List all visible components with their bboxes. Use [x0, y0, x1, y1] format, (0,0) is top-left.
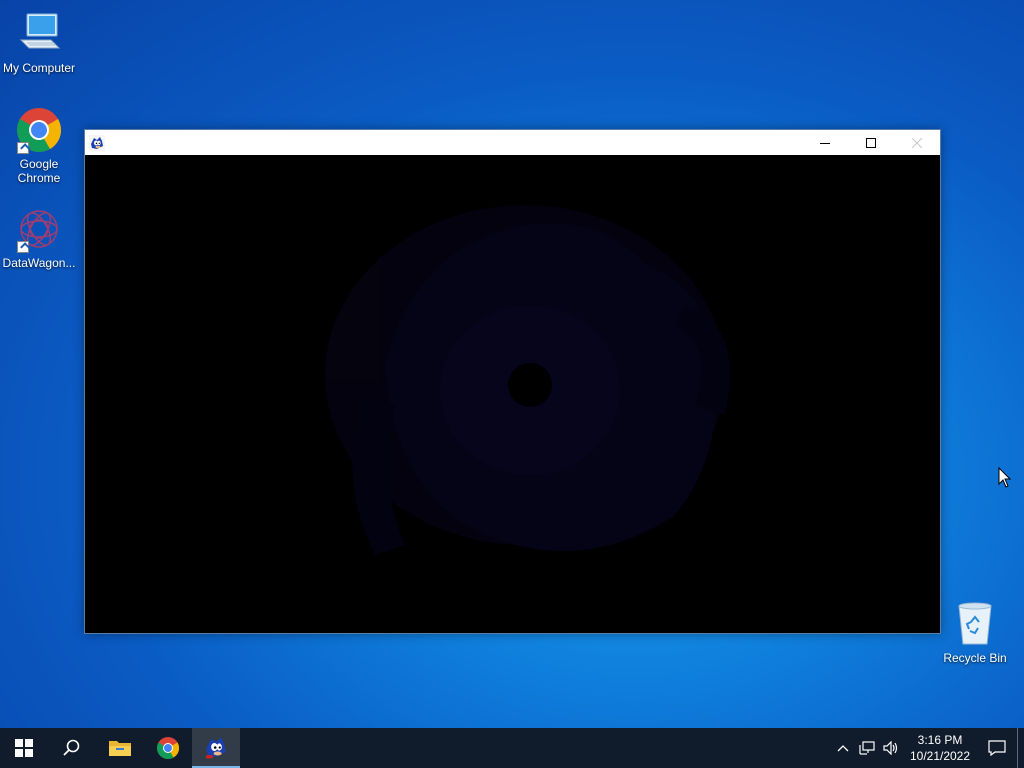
desktop-icon-my-computer[interactable]: My Computer — [0, 10, 78, 75]
clock-time: 3:16 PM — [917, 733, 963, 747]
datawagon-icon — [15, 205, 63, 253]
clock-date: 10/21/2022 — [909, 749, 971, 763]
sonic-app-icon — [206, 737, 226, 759]
volume-icon — [883, 741, 898, 755]
minimize-button[interactable] — [802, 130, 848, 155]
desktop-icon-label: Google Chrome — [17, 157, 61, 185]
desktop-icon-label: My Computer — [2, 61, 76, 75]
game-viewport[interactable] — [85, 155, 940, 633]
file-explorer-button[interactable] — [96, 728, 144, 768]
desktop-icon-recycle-bin[interactable]: Recycle Bin — [936, 600, 1014, 665]
recycle-bin-icon — [951, 600, 999, 648]
action-center-button[interactable] — [977, 728, 1017, 768]
show-hidden-icons-button[interactable] — [831, 728, 855, 768]
sonic-app-icon[interactable] — [89, 134, 105, 151]
sonic-logo-silhouette — [325, 205, 730, 555]
network-button[interactable] — [855, 728, 879, 768]
desktop-icon-label: DataWagon... — [2, 256, 76, 270]
search-icon — [63, 739, 80, 756]
window-titlebar[interactable] — [85, 130, 940, 155]
close-icon — [912, 137, 922, 148]
maximize-icon — [866, 137, 876, 148]
sonic-taskbar-button[interactable] — [192, 728, 240, 768]
shortcut-arrow-icon — [17, 241, 29, 253]
show-desktop-button[interactable] — [1017, 728, 1024, 768]
system-tray: 3:16 PM 10/21/2022 — [831, 728, 1024, 768]
minimize-icon — [820, 142, 830, 144]
desktop-icon-datawagon[interactable]: DataWagon... — [0, 205, 78, 270]
file-explorer-icon — [109, 741, 131, 756]
search-button[interactable] — [48, 728, 96, 768]
desktop-icon-google-chrome[interactable]: Google Chrome — [0, 106, 78, 185]
chrome-taskbar-button[interactable] — [144, 728, 192, 768]
computer-icon — [15, 10, 63, 58]
chrome-icon — [15, 106, 63, 154]
start-icon — [15, 739, 33, 757]
taskbar: 3:16 PM 10/21/2022 — [0, 728, 1024, 768]
shortcut-arrow-icon — [17, 142, 29, 154]
close-button[interactable] — [894, 130, 940, 155]
chrome-icon — [157, 737, 179, 759]
mouse-cursor-icon — [998, 466, 1012, 494]
maximize-button[interactable] — [848, 130, 894, 155]
app-window[interactable] — [84, 129, 941, 634]
network-icon — [859, 741, 875, 755]
volume-button[interactable] — [879, 728, 903, 768]
chevron-up-icon — [837, 745, 849, 752]
start-button[interactable] — [0, 728, 48, 768]
desktop-icon-label: Recycle Bin — [943, 651, 1007, 665]
clock[interactable]: 3:16 PM 10/21/2022 — [903, 732, 977, 764]
notification-icon — [988, 740, 1006, 756]
window-controls — [802, 130, 940, 155]
